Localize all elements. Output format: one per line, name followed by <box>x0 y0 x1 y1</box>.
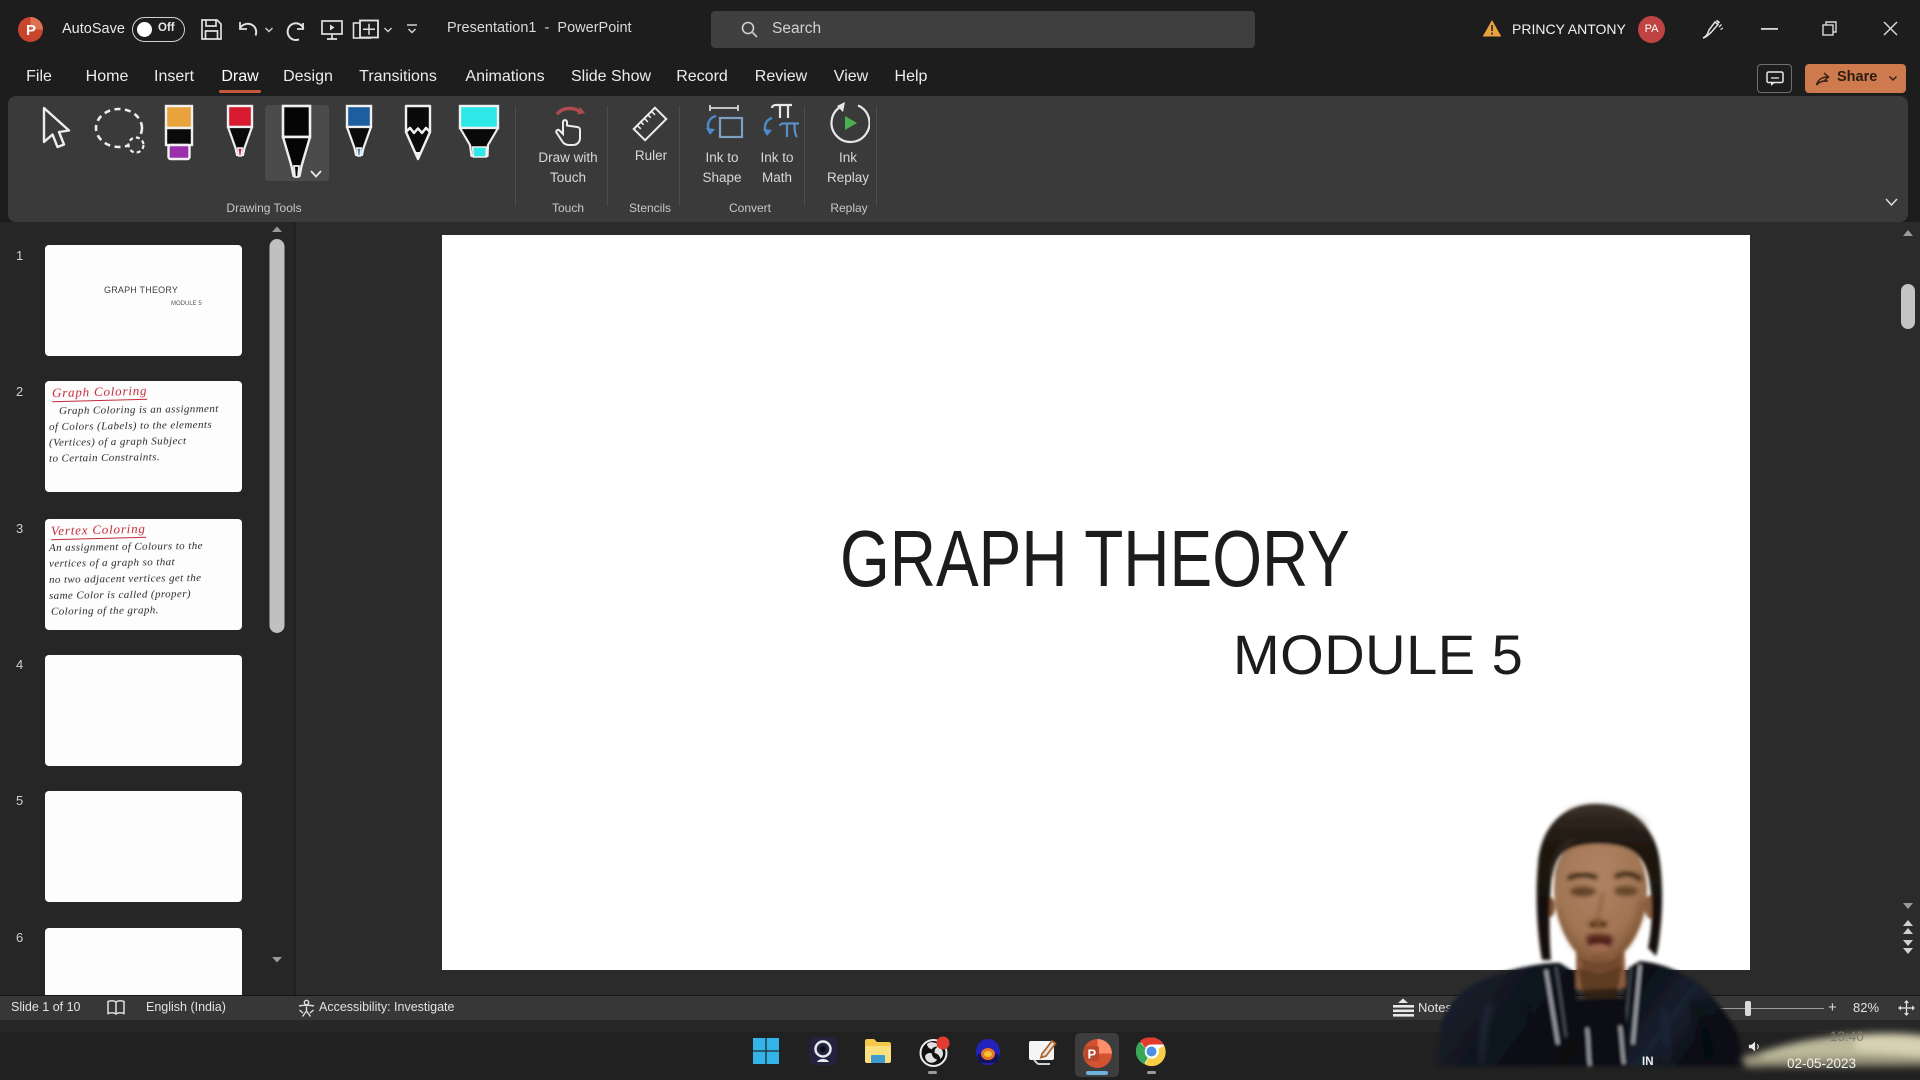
svg-text:P: P <box>26 22 36 39</box>
svg-text:P: P <box>1088 1047 1097 1062</box>
